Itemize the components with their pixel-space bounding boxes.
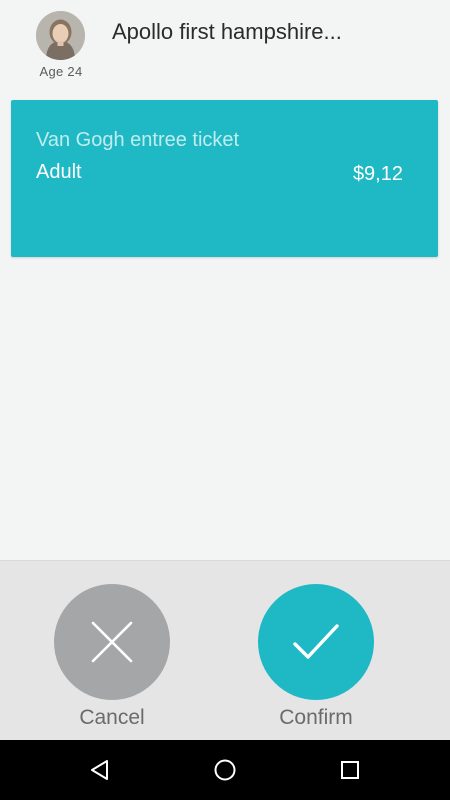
recents-button[interactable] (335, 755, 365, 785)
recents-square-icon (341, 761, 359, 779)
back-triangle-icon (91, 760, 108, 780)
confirm-button[interactable]: Confirm (258, 584, 374, 730)
close-icon (91, 621, 133, 663)
confirm-circle[interactable] (258, 584, 374, 700)
age-label: Age 24 (39, 64, 83, 79)
system-navigation-bar (0, 740, 450, 800)
ticket-card[interactable]: Van Gogh entree ticket Adult $9,12 (11, 100, 438, 257)
person-avatar-icon[interactable] (36, 11, 85, 60)
header: Age 24 Apollo first hampshire... (0, 0, 450, 92)
ticket-type: Adult (36, 161, 82, 183)
cancel-button[interactable]: Cancel (54, 584, 170, 730)
home-button[interactable] (210, 755, 240, 785)
merchant-name: Apollo first hampshire... (112, 19, 342, 44)
cancel-circle[interactable] (54, 584, 170, 700)
back-button[interactable] (85, 755, 115, 785)
action-panel: Cancel Confirm (0, 560, 450, 741)
home-circle-icon (214, 759, 236, 781)
checkmark-icon (293, 624, 339, 659)
confirm-label: Confirm (279, 706, 353, 729)
cancel-label: Cancel (79, 706, 145, 729)
ticket-price: $9,12 (352, 163, 403, 185)
ticket-name: Van Gogh entree ticket (36, 129, 240, 151)
